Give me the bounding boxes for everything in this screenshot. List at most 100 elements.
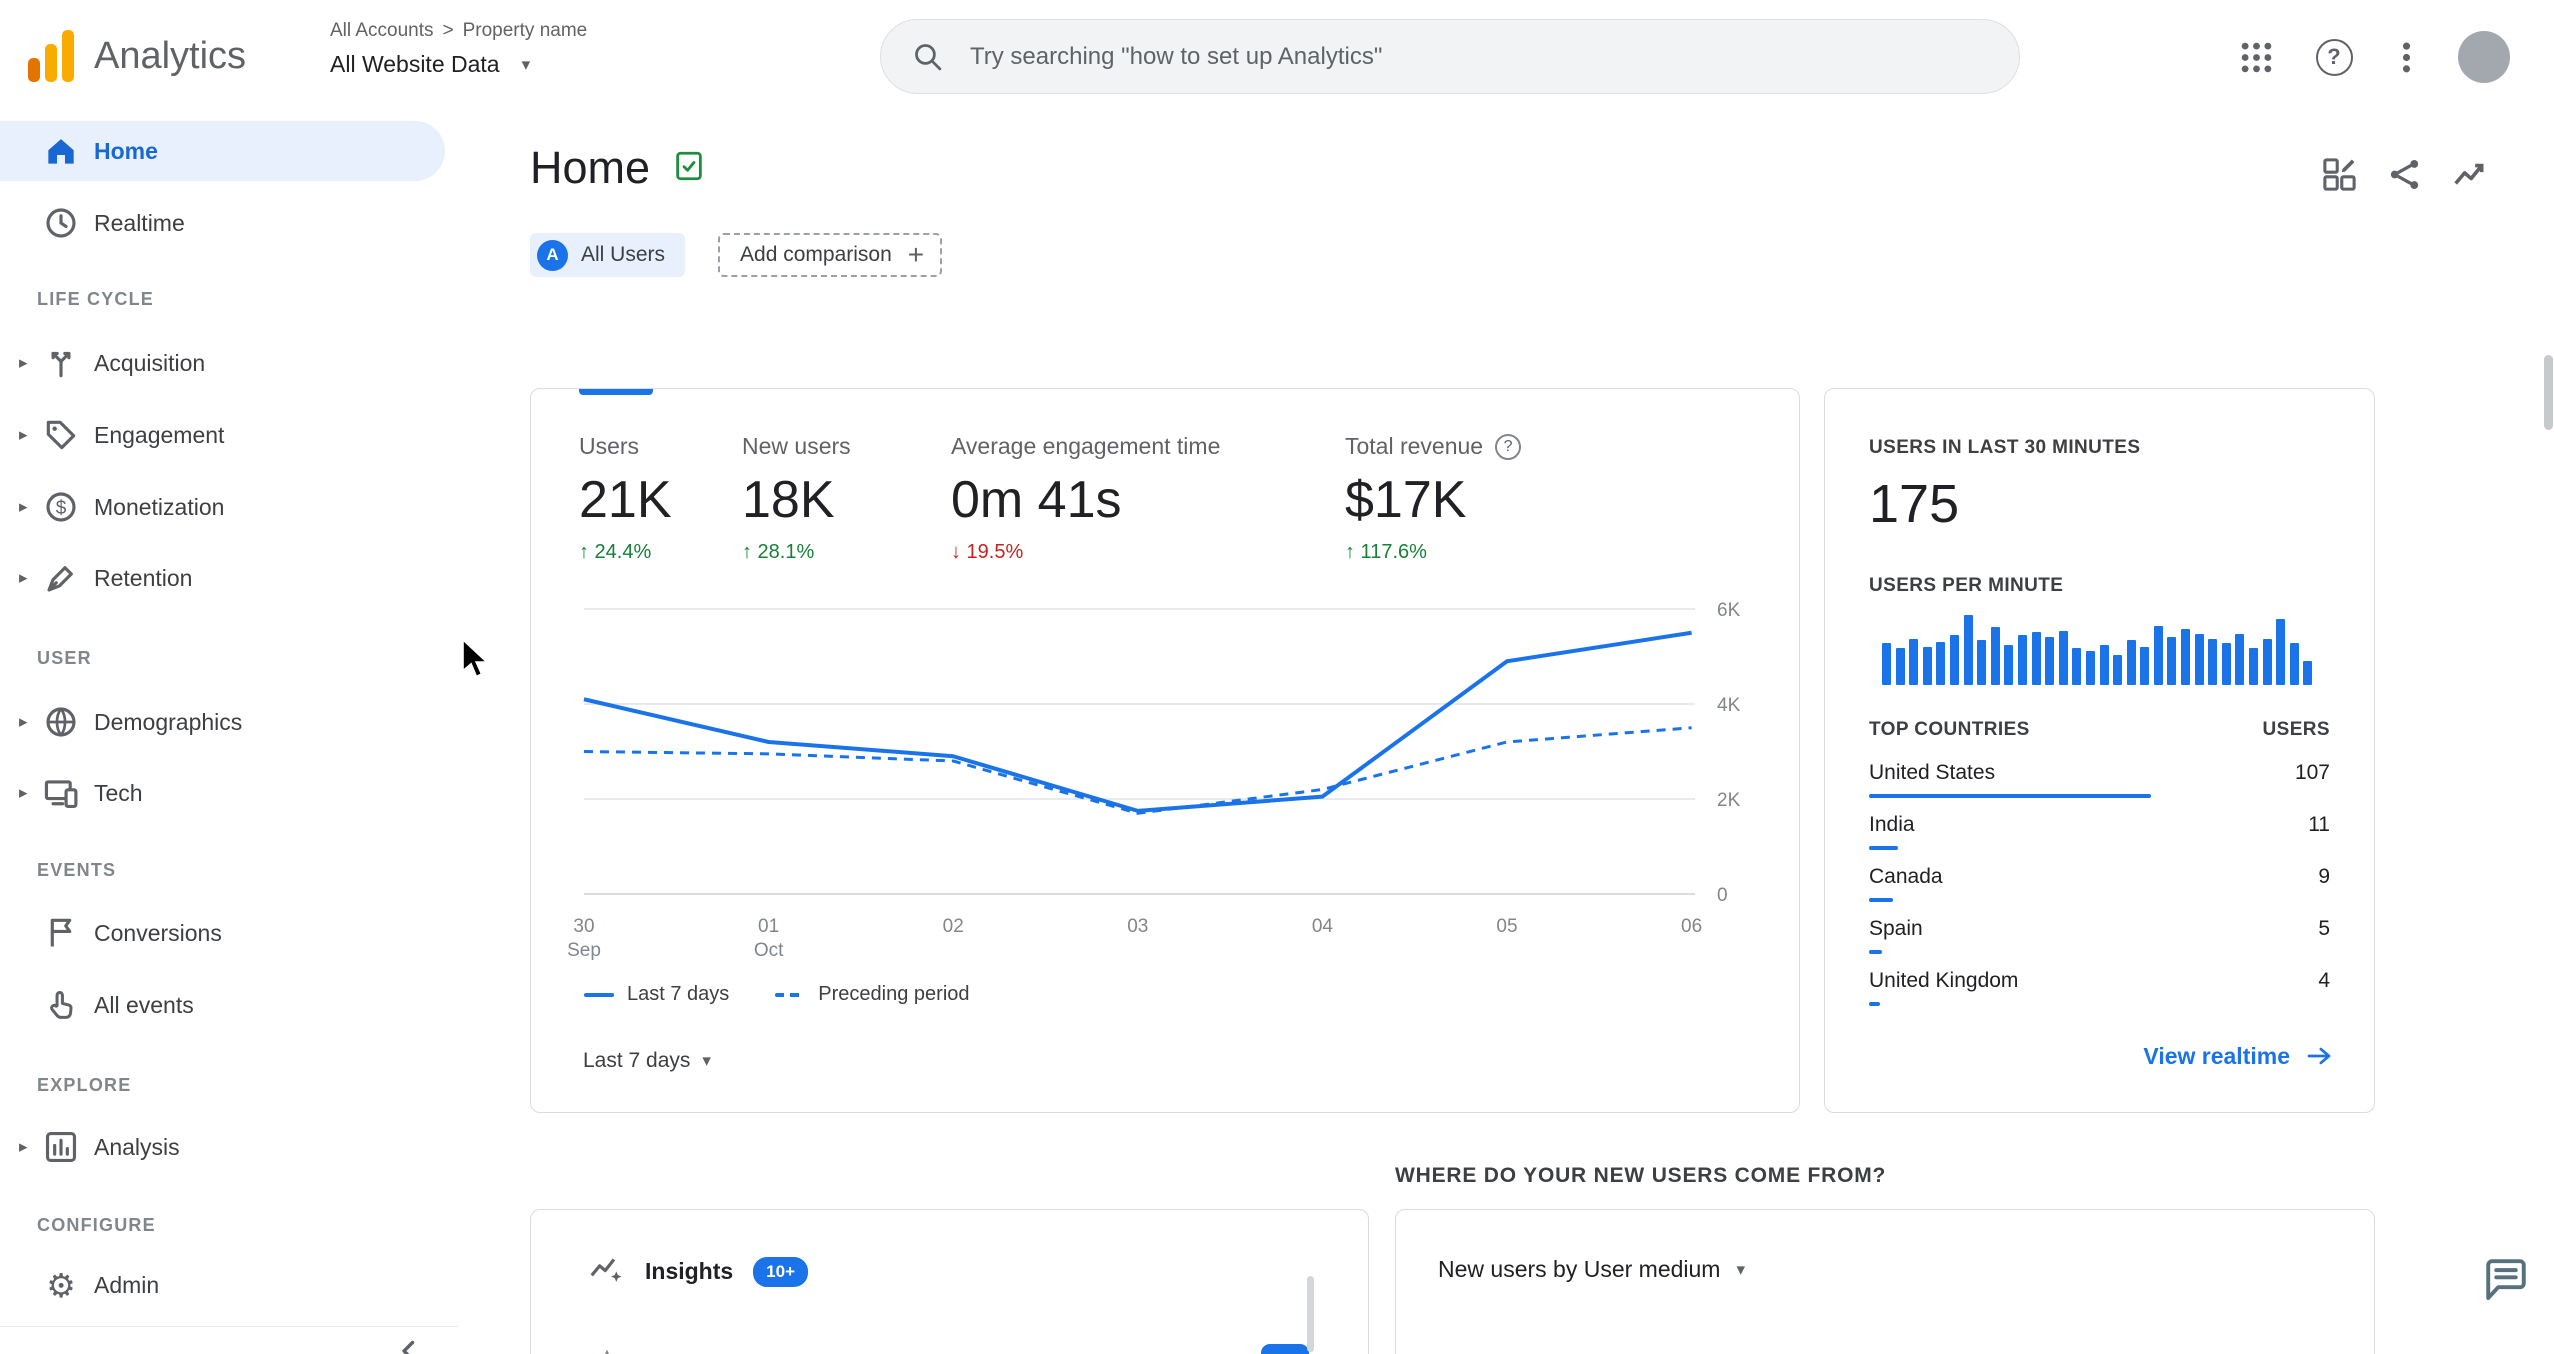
svg-text:05: 05 — [1496, 916, 1517, 937]
solid-line-swatch — [584, 992, 614, 997]
top-countries-list: United States 107 India 11 Canada 9 Spain 5 Unit… — [1869, 761, 2330, 1021]
sidebar-section-configure: CONFIGURE — [37, 1214, 156, 1235]
search-input[interactable] — [970, 42, 1950, 71]
collapse-sidebar-icon[interactable] — [392, 1334, 432, 1354]
sidebar: Home Realtime LIFE CYCLE ▸ Acquisition ▸… — [0, 114, 458, 1354]
add-comparison-button[interactable]: Add comparison + — [718, 233, 943, 277]
breadcrumb-property[interactable]: Property name — [463, 20, 588, 42]
sidebar-item-label: Demographics — [94, 708, 243, 735]
metric-total-revenue: Total revenue? $17K ↑ 117.6% — [1345, 433, 1522, 564]
per-minute-bar — [2113, 655, 2123, 685]
svg-text:03: 03 — [1127, 916, 1148, 937]
customize-report-icon[interactable] — [2317, 152, 2361, 196]
country-row: United Kingdom 4 — [1869, 969, 2330, 1021]
svg-text:02: 02 — [943, 916, 964, 937]
comparison-chips: A All Users Add comparison + — [530, 233, 943, 277]
realtime-card: USERS IN LAST 30 MINUTES 175 USERS PER M… — [1824, 388, 2375, 1113]
insights-sparkline-icon[interactable] — [2447, 152, 2491, 196]
chat-feedback-button[interactable] — [2479, 1253, 2533, 1307]
top-countries-header: TOP COUNTRIES USERS — [1869, 719, 2330, 741]
sidebar-item-monetization[interactable]: ▸ $ Monetization — [0, 477, 445, 537]
svg-text:$: $ — [56, 498, 67, 519]
date-range-selector[interactable]: Last 7 days ▾ — [571, 1041, 723, 1081]
carousel-tab-indicator — [579, 389, 653, 395]
country-users: 107 — [2294, 761, 2330, 784]
sidebar-item-all-events[interactable]: All events — [0, 975, 445, 1035]
insights-scrollbar[interactable] — [1307, 1276, 1314, 1352]
sidebar-item-engagement[interactable]: ▸ Engagement — [0, 405, 445, 465]
sidebar-item-demographics[interactable]: ▸ Demographics — [0, 692, 445, 752]
analytics-logo-icon — [28, 30, 74, 82]
metric-value: 0m 41s — [951, 471, 1122, 529]
expand-chevron-icon[interactable]: ▸ — [0, 353, 40, 373]
sidebar-item-realtime[interactable]: Realtime — [0, 193, 445, 253]
help-icon[interactable]: ? — [2312, 35, 2356, 79]
new-users-heading: WHERE DO YOUR NEW USERS COME FROM? — [1395, 1164, 1887, 1187]
expand-chevron-icon[interactable]: ▸ — [0, 712, 40, 732]
metric-average-engagement-time: Average engagement time 0m 41s ↓ 19.5% — [951, 433, 1220, 564]
view-realtime-link[interactable]: View realtime — [2143, 1041, 2334, 1071]
breadcrumb: All Accounts > Property name — [330, 20, 587, 42]
sidebar-item-conversions[interactable]: Conversions — [0, 903, 445, 963]
metric-label: Users — [579, 433, 640, 459]
per-minute-bar — [2085, 651, 2095, 685]
new-users-card-title[interactable]: New users by User medium ▾ — [1438, 1256, 1745, 1283]
expand-chevron-icon[interactable]: ▸ — [0, 497, 40, 517]
sidebar-item-label: Realtime — [94, 209, 185, 236]
metric-value: $17K — [1345, 471, 1467, 529]
sidebar-item-retention[interactable]: ▸ Retention — [0, 548, 445, 608]
sidebar-item-label: Retention — [94, 564, 193, 591]
top-countries-label: TOP COUNTRIES — [1869, 719, 2030, 740]
clock-icon — [40, 202, 82, 244]
overview-card: Users 21K ↑ 24.4% New users 18K ↑ 28.1% Averag… — [530, 388, 1800, 1113]
date-range-label: Last 7 days — [583, 1049, 691, 1072]
apps-grid-icon[interactable] — [2234, 35, 2278, 79]
report-check-icon[interactable] — [672, 149, 706, 188]
metric-value: 21K — [579, 471, 672, 529]
breadcrumb-account[interactable]: All Accounts — [330, 20, 434, 42]
monetization-icon: $ — [40, 486, 82, 528]
chevron-down-icon: ▾ — [702, 1051, 711, 1070]
share-icon[interactable] — [2382, 152, 2426, 196]
page-scrollbar[interactable] — [2544, 355, 2553, 430]
all-users-label: All Users — [581, 243, 666, 266]
sidebar-item-acquisition[interactable]: ▸ Acquisition — [0, 333, 445, 393]
metric-users: Users 21K ↑ 24.4% — [579, 433, 672, 564]
expand-chevron-icon[interactable]: ▸ — [0, 783, 40, 803]
analytics-app: Analytics All Accounts > Property name A… — [0, 0, 2554, 1354]
help-circle-icon[interactable]: ? — [1495, 433, 1522, 460]
country-users: 11 — [2308, 813, 2330, 836]
per-minute-bar — [2017, 635, 2027, 685]
country-bar — [1869, 950, 1883, 954]
per-minute-bar — [1963, 615, 1973, 685]
tech-devices-icon — [40, 772, 82, 814]
sidebar-item-home[interactable]: Home — [0, 121, 445, 181]
acquisition-icon — [40, 342, 82, 384]
app-name: Analytics — [94, 35, 247, 77]
all-users-chip[interactable]: A All Users — [530, 233, 686, 277]
per-minute-bar — [2045, 637, 2055, 685]
expand-chevron-icon[interactable]: ▸ — [0, 568, 40, 588]
expand-chevron-icon[interactable]: ▸ — [0, 1137, 40, 1157]
more-vert-icon[interactable] — [2384, 35, 2428, 79]
account-switcher: All Accounts > Property name All Website… — [330, 20, 587, 78]
avatar[interactable] — [2458, 31, 2510, 83]
sidebar-item-admin[interactable]: ⚙ Admin — [0, 1255, 445, 1315]
sidebar-item-label: Admin — [94, 1271, 160, 1298]
trend-series-dashed — [583, 726, 1692, 815]
insight-item-icon — [593, 1346, 621, 1354]
country-bar — [1869, 846, 1898, 850]
insights-icon — [587, 1250, 625, 1293]
property-selector[interactable]: All Website Data ▾ — [330, 51, 587, 78]
insights-title: Insights — [645, 1258, 734, 1284]
per-minute-bar — [2262, 639, 2272, 685]
search-bar[interactable] — [880, 19, 2020, 94]
expand-chevron-icon[interactable]: ▸ — [0, 425, 40, 445]
metric-label: Total revenue — [1345, 433, 1484, 459]
analytics-logo[interactable]: Analytics — [28, 30, 246, 82]
plus-icon: + — [907, 239, 925, 270]
legend-item: Preceding period — [775, 983, 970, 1006]
sidebar-item-tech[interactable]: ▸ Tech — [0, 763, 445, 823]
new-users-card-title-label: New users by User medium — [1438, 1256, 1721, 1282]
sidebar-item-analysis[interactable]: ▸ Analysis — [0, 1117, 445, 1177]
